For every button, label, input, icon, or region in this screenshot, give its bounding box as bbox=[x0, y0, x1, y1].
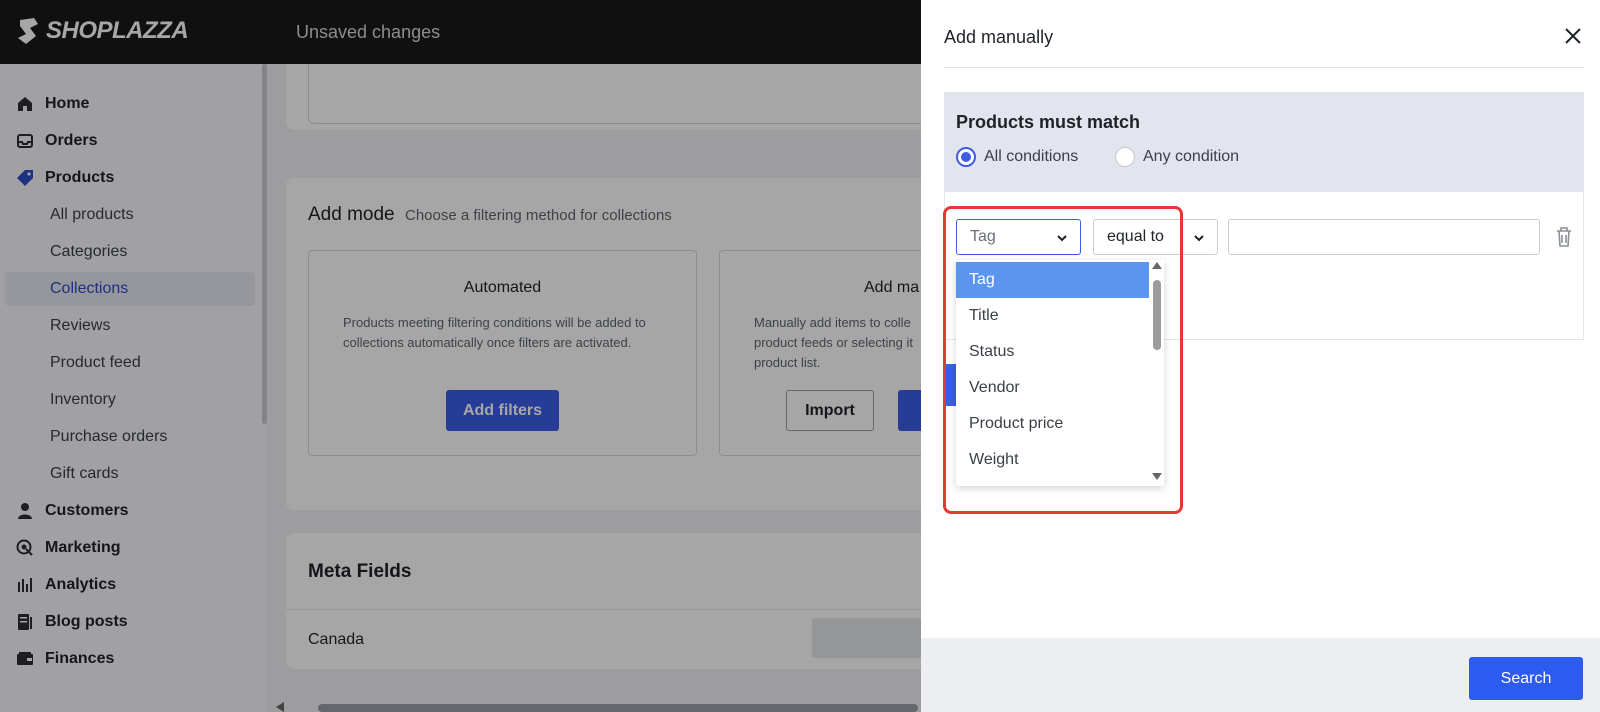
drawer-divider bbox=[944, 67, 1584, 68]
drawer-footer: Search bbox=[921, 638, 1600, 712]
radio-any-condition[interactable]: Any condition bbox=[1115, 147, 1239, 167]
highlight-annotation bbox=[943, 206, 1183, 514]
radio-label: All conditions bbox=[984, 148, 1079, 165]
modal-overlay[interactable] bbox=[0, 0, 921, 712]
close-icon[interactable] bbox=[1564, 27, 1582, 45]
condition-value-input[interactable] bbox=[1228, 219, 1540, 255]
trash-icon[interactable] bbox=[1554, 226, 1574, 248]
radio-dot[interactable] bbox=[956, 147, 976, 167]
radio-label: Any condition bbox=[1143, 148, 1240, 165]
match-panel: Products must match All conditions Any c… bbox=[944, 92, 1584, 192]
radio-dot[interactable] bbox=[1115, 147, 1135, 167]
radio-all-conditions[interactable]: All conditions bbox=[956, 147, 1078, 167]
chevron-down-icon bbox=[1194, 235, 1204, 242]
drawer-title: Add manually bbox=[944, 27, 1054, 47]
match-title: Products must match bbox=[956, 112, 1141, 132]
search-button[interactable]: Search bbox=[1469, 657, 1583, 700]
